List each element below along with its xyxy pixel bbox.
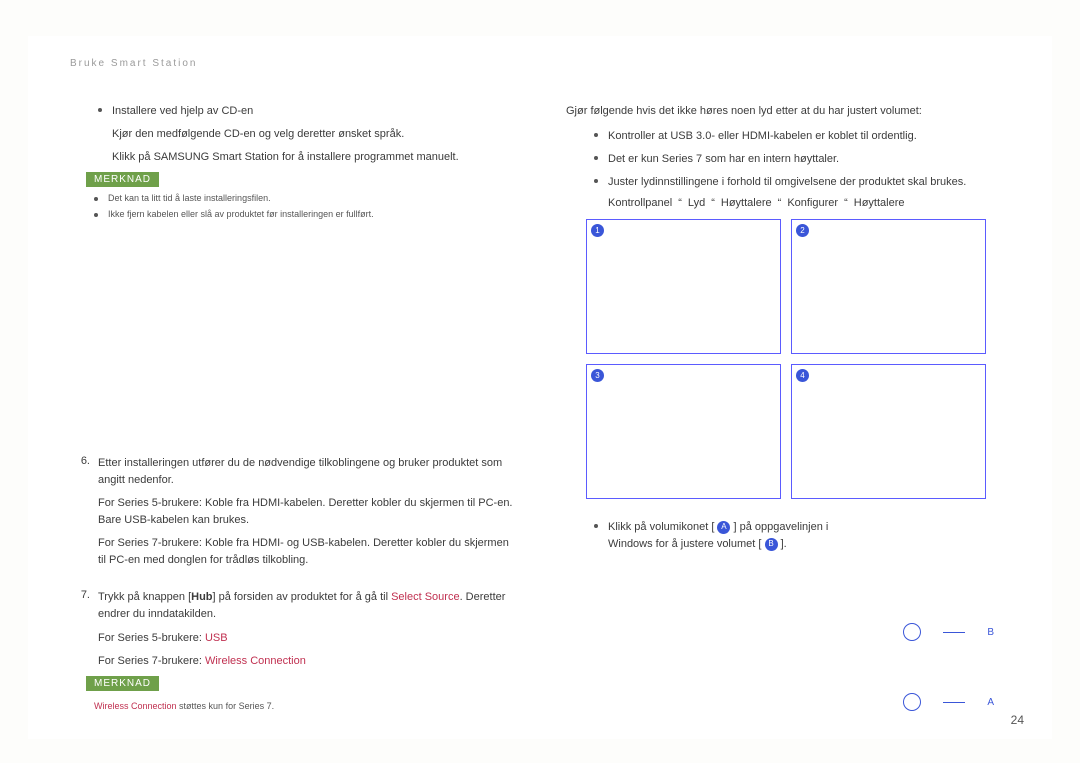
legend-label-b: B xyxy=(987,627,994,638)
marker-b-icon: B xyxy=(765,538,778,551)
bullet-icon xyxy=(98,108,102,112)
settings-path: Kontrollpanel “ Lyd “ Høyttalere “ Konﬁg… xyxy=(608,197,1014,209)
path-segment: Høyttalere xyxy=(854,197,905,209)
install-paragraph-1: Kjør den medfølgende CD-en og velg deret… xyxy=(112,126,518,143)
bullet-icon xyxy=(94,213,98,217)
badge-3-icon: 3 xyxy=(591,369,604,382)
text: Kontroller at USB 3.0- eller HDMI-kabele… xyxy=(608,128,917,145)
bullet-icon xyxy=(594,179,598,183)
page: Bruke Smart Station Installere ved hjelp… xyxy=(0,0,1080,763)
arrow-icon: “ xyxy=(778,197,782,209)
arrow-icon: “ xyxy=(678,197,682,209)
right-column: Gjør følgende hvis det ikke høres noen l… xyxy=(566,103,1014,711)
step-number: 6. xyxy=(70,455,90,489)
note-text: Det kan ta litt tid å laste installering… xyxy=(108,193,271,203)
install-paragraph-2: Klikk på SAMSUNG Smart Station for å ins… xyxy=(112,149,518,166)
step-6: 6. Etter installeringen utfører du de nø… xyxy=(70,455,518,489)
text: For Series 5-brukere: xyxy=(98,632,205,644)
badge-1-icon: 1 xyxy=(591,224,604,237)
product-name: SAMSUNG Smart Station xyxy=(154,151,279,163)
text: Trykk på knappen [ xyxy=(98,591,191,603)
bullet-icon xyxy=(94,197,98,201)
badge-4-icon: 4 xyxy=(796,369,809,382)
note-badge-2: MERKNAD xyxy=(86,676,159,691)
step-7: 7. Trykk på knappen [Hub] på forsiden av… xyxy=(70,589,518,623)
settings-grid: 1 2 3 4 xyxy=(586,219,986,499)
step-6-series7: For Series 7-brukere: Koble fra HDMI- og… xyxy=(98,535,518,569)
volume-text: Klikk på volumikonet [ A ] på oppgavelin… xyxy=(608,519,828,553)
step-6-text: Etter installeringen utfører du de nødve… xyxy=(98,455,518,489)
bullet-icon xyxy=(594,133,598,137)
install-title: Installere ved hjelp av CD-en xyxy=(112,103,253,120)
note-badge-1: MERKNAD xyxy=(86,172,159,187)
step-number: 7. xyxy=(70,589,90,623)
wireless-connection-link-2[interactable]: Wireless Connection xyxy=(94,701,177,711)
text: For Series 7-brukere: xyxy=(98,655,205,667)
right-bullet-1: Kontroller at USB 3.0- eller HDMI-kabele… xyxy=(594,128,1014,145)
text: ] på forsiden av produktet for å gå til xyxy=(213,591,392,603)
right-heading: Gjør følgende hvis det ikke høres noen l… xyxy=(566,103,1014,120)
spacer xyxy=(70,225,518,435)
text: Det er kun Series 7 som har en intern hø… xyxy=(608,151,839,168)
legend-label-a: A xyxy=(987,697,994,708)
page-number: 24 xyxy=(1011,713,1024,727)
legend-a: A xyxy=(903,693,994,711)
grid-cell-2: 2 xyxy=(791,219,986,354)
arrow-icon: “ xyxy=(844,197,848,209)
two-column-layout: Installere ved hjelp av CD-en Kjør den m… xyxy=(70,103,1014,711)
bullet-icon xyxy=(594,524,598,528)
step-6-series5: For Series 5-brukere: Koble fra HDMI-kab… xyxy=(98,495,518,529)
text: for å installere programmet manuelt. xyxy=(279,151,459,163)
volume-bullet: Klikk på volumikonet [ A ] på oppgavelin… xyxy=(594,519,1014,553)
install-title-row: Installere ved hjelp av CD-en xyxy=(98,103,518,120)
left-column: Installere ved hjelp av CD-en Kjør den m… xyxy=(70,103,518,711)
grid-cell-4: 4 xyxy=(791,364,986,499)
text: ]. xyxy=(781,538,787,550)
grid-cell-3: 3 xyxy=(586,364,781,499)
step-7-series5: For Series 5-brukere: USB xyxy=(98,630,518,647)
text: Klikk på xyxy=(112,151,154,163)
content-area: Bruke Smart Station Installere ved hjelp… xyxy=(28,36,1052,739)
note-3: Wireless Connection støttes kun for Seri… xyxy=(94,701,518,711)
line-icon xyxy=(943,632,965,633)
right-bullet-3: Juster lydinnstillingene i forhold til o… xyxy=(594,174,1014,191)
bullet-icon xyxy=(594,156,598,160)
path-segment: Konﬁgurer xyxy=(787,197,838,209)
line-icon xyxy=(943,702,965,703)
breadcrumb: Bruke Smart Station xyxy=(70,58,1014,69)
step-7-series7: For Series 7-brukere: Wireless Connectio… xyxy=(98,653,518,670)
legend-b: B xyxy=(903,623,994,641)
note-text: Ikke fjern kabelen eller slå av produkte… xyxy=(108,209,374,219)
text: støttes kun for Series 7. xyxy=(177,701,275,711)
path-segment: Lyd xyxy=(688,197,705,209)
ring-icon xyxy=(903,623,921,641)
text: Klikk på volumikonet [ xyxy=(608,521,714,533)
ring-icon xyxy=(903,693,921,711)
note-2: Ikke fjern kabelen eller slå av produkte… xyxy=(94,209,518,219)
badge-2-icon: 2 xyxy=(796,224,809,237)
marker-a-icon: A xyxy=(717,521,730,534)
path-segment: Høyttalere xyxy=(721,197,772,209)
text: Windows for å justere volumet [ xyxy=(608,538,761,550)
right-bullet-2: Det er kun Series 7 som har en intern hø… xyxy=(594,151,1014,168)
wireless-connection-link[interactable]: Wireless Connection xyxy=(205,655,306,667)
usb-link[interactable]: USB xyxy=(205,632,228,644)
hub-label: Hub xyxy=(191,591,212,603)
path-segment: Kontrollpanel xyxy=(608,197,672,209)
step-7-text: Trykk på knappen [Hub] på forsiden av pr… xyxy=(98,589,518,623)
grid-cell-1: 1 xyxy=(586,219,781,354)
text: ] på oppgavelinjen i xyxy=(734,521,829,533)
arrow-icon: “ xyxy=(711,197,715,209)
select-source-link[interactable]: Select Source xyxy=(391,591,459,603)
text: Juster lydinnstillingene i forhold til o… xyxy=(608,174,966,191)
note-1: Det kan ta litt tid å laste installering… xyxy=(94,193,518,203)
